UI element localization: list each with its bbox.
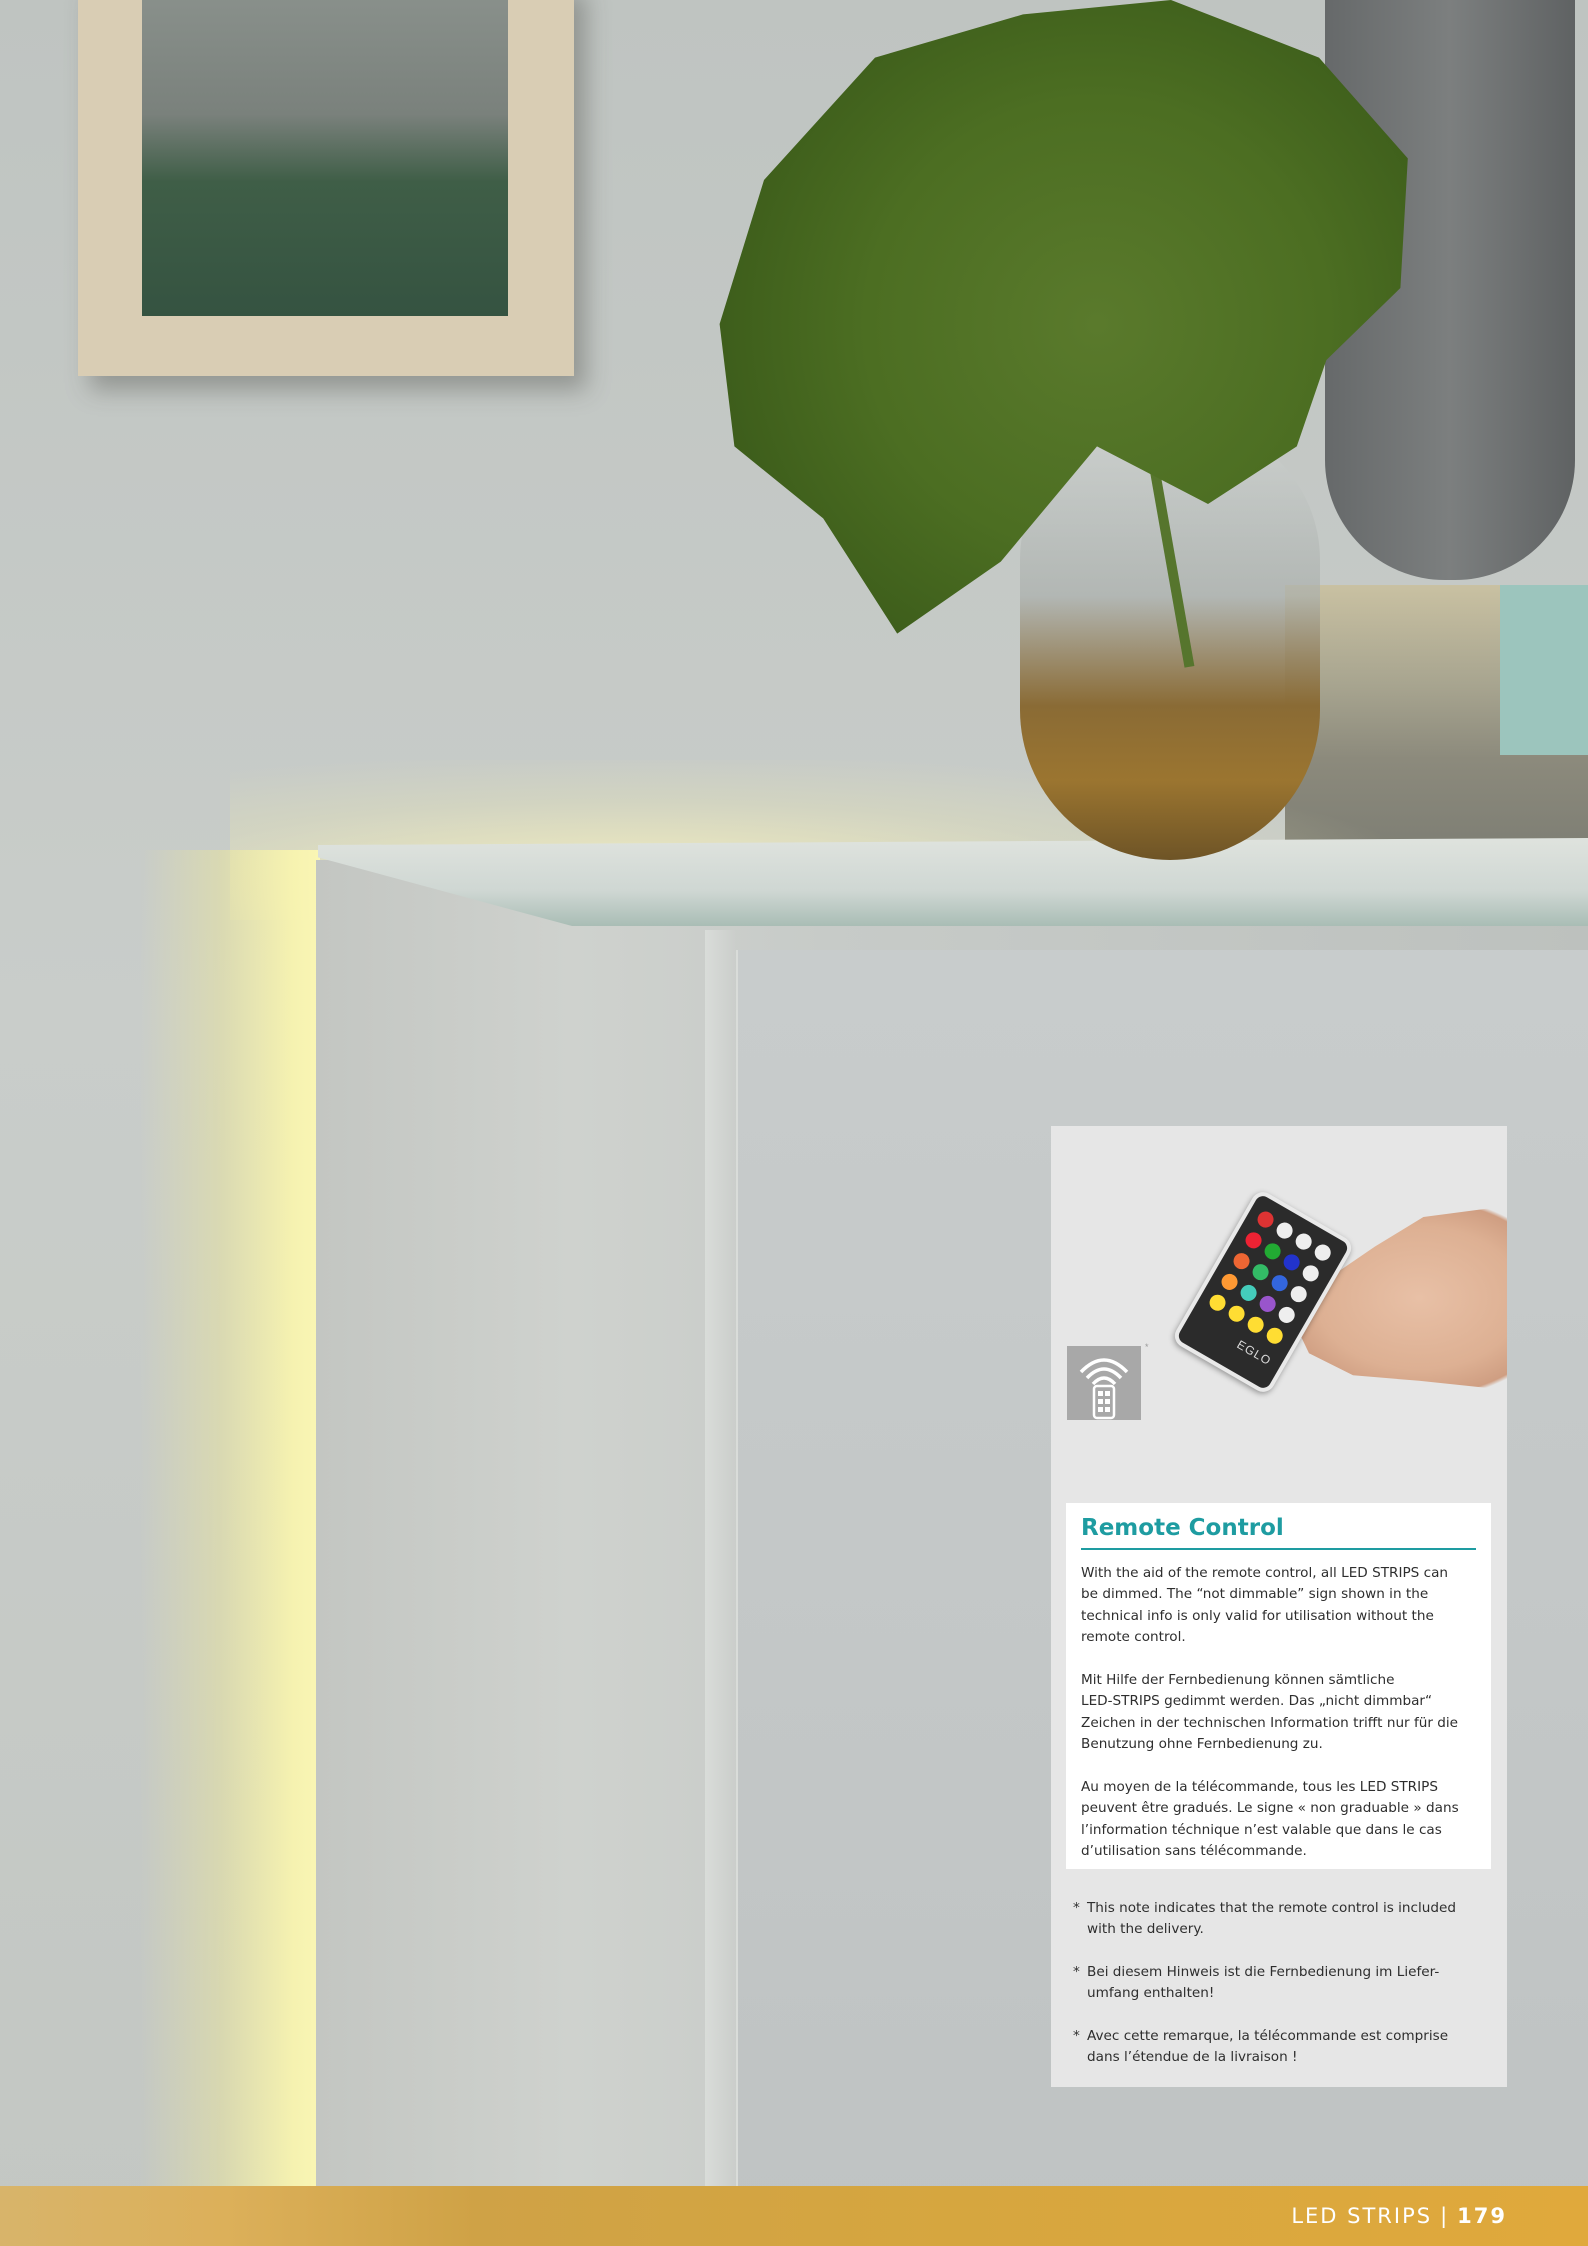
remote-button [1230,1250,1253,1273]
remote-control-panel: EGLO * Remote Control With the aid of th… [1051,1126,1507,2087]
remote-button [1292,1230,1315,1253]
remote-brand-label: EGLO [1234,1337,1274,1369]
note-text: Bei diesem Hinweis ist die Fernbedienung… [1087,1964,1440,2002]
remote-button [1244,1313,1267,1336]
remote-button [1249,1261,1272,1284]
framed-picture [142,0,508,316]
note-en: * This note indicates that the remote co… [1073,1898,1483,1941]
remote-control-icon [1067,1346,1141,1420]
note-asterisk: * [1073,1900,1080,1916]
cabinet-edge [705,930,737,2246]
remote-button [1311,1241,1334,1264]
remote-button [1256,1293,1279,1315]
note-fr: * Avec cette remarque, la télécommande e… [1073,2026,1483,2069]
remote-button [1263,1324,1286,1347]
remote-button [1273,1219,1296,1242]
remote-control-icon-graphic [1079,1358,1129,1420]
remote-button [1225,1302,1248,1325]
footer-separator: | [1440,2204,1450,2228]
note-text: This note indicates that the remote cont… [1087,1900,1457,1938]
teal-book [1500,585,1588,755]
page-footer: LED STRIPS | 179 [0,2186,1588,2246]
page-number: 179 [1457,2204,1507,2228]
glass-vase [1020,420,1320,860]
description-box: Remote Control With the aid of the remot… [1066,1503,1491,1869]
note-text: Avec cette remarque, la télécommande est… [1087,2028,1449,2066]
remote-button [1299,1262,1322,1285]
note-asterisk: * [1073,2028,1080,2044]
icon-asterisk: * [1145,1342,1149,1352]
remote-control-photo: EGLO [1155,1187,1507,1398]
led-glow-side [140,850,320,2246]
section-name: LED STRIPS [1291,2204,1433,2228]
remote-button [1237,1282,1260,1304]
remote-button [1268,1272,1291,1295]
paragraph-fr: Au moyen de la télécommande, tous les LE… [1081,1779,1459,1860]
remote-button [1242,1229,1265,1252]
remote-button [1287,1283,1310,1306]
picture-frame [78,0,574,376]
note-de: * Bei diesem Hinweis ist die Fernbedienu… [1073,1962,1483,2005]
remote-button [1280,1251,1303,1274]
remote-button [1206,1291,1229,1314]
remote-button [1218,1271,1241,1293]
paragraph-en: With the aid of the remote control, all … [1081,1565,1449,1646]
section-title: Remote Control [1081,1514,1476,1550]
note-asterisk: * [1073,1964,1080,1980]
remote-button [1275,1304,1298,1326]
remote-button [1261,1240,1284,1263]
footer-label: LED STRIPS | 179 [1291,2200,1507,2232]
paragraph-de: Mit Hilfe der Fernbedienung können sämtl… [1081,1672,1459,1753]
remote-button [1254,1208,1277,1231]
